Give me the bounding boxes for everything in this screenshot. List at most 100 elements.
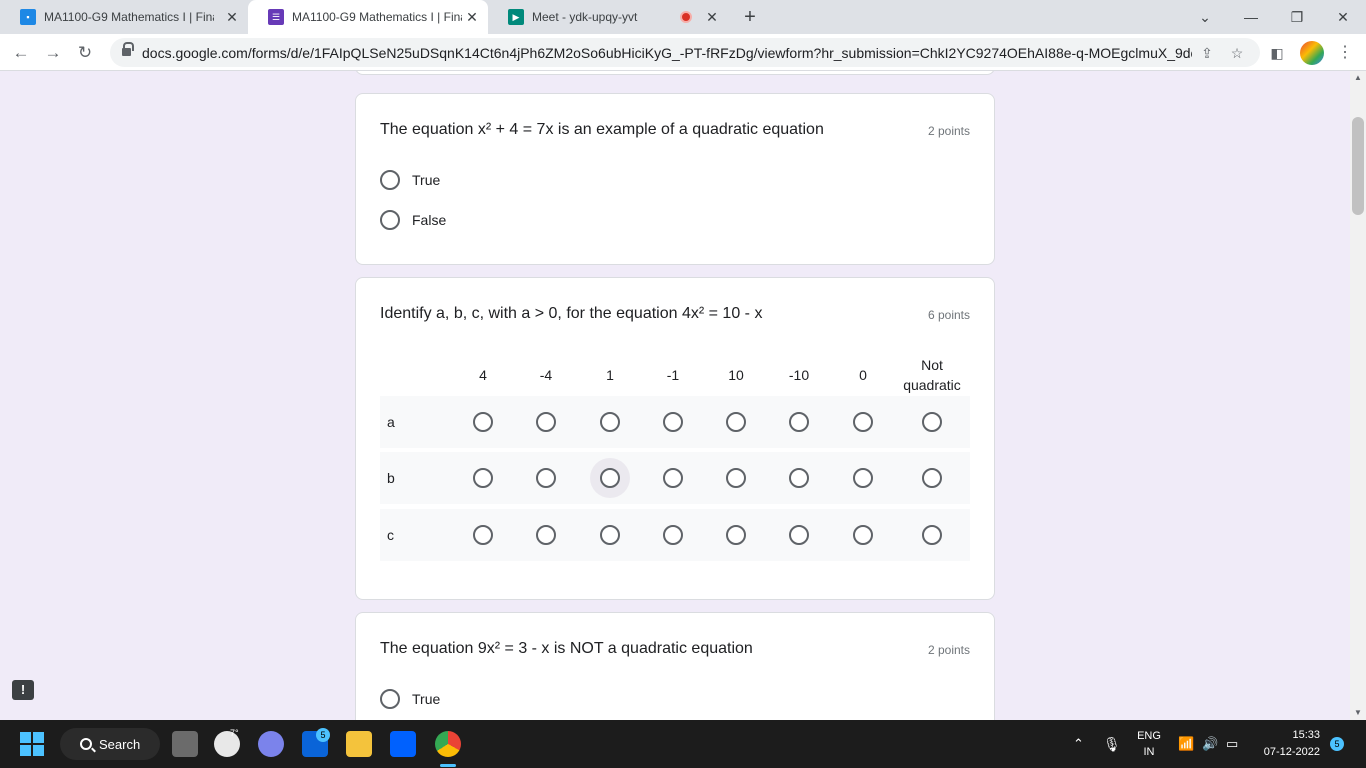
windows-start-icon[interactable] xyxy=(20,732,44,756)
tab-classroom[interactable]: ▪ MA1100-G9 Mathematics I | Final ✕ xyxy=(0,0,248,34)
clock-date: 07-12-2022 xyxy=(1263,746,1320,758)
clock[interactable]: 15:33 07-12-2022 xyxy=(1256,720,1320,768)
question-points: 2 points xyxy=(927,643,970,657)
weather-temperature: 7° xyxy=(230,728,239,738)
grid-radio-a-col-5[interactable] xyxy=(726,412,746,432)
scrollbar-thumb[interactable] xyxy=(1352,117,1364,215)
restore-button[interactable]: ❐ xyxy=(1274,0,1320,34)
grid-radio-a-col-8[interactable] xyxy=(922,412,942,432)
dropbox-icon[interactable] xyxy=(390,731,416,757)
column-header: -4 xyxy=(539,367,553,383)
column-header: -10 xyxy=(788,367,810,383)
grid-radio-b-col-8[interactable] xyxy=(922,468,942,488)
column-header: -1 xyxy=(666,367,680,383)
notification-badge[interactable]: 5 xyxy=(1330,737,1344,751)
page-scrollbar[interactable]: ▲ ▼ xyxy=(1350,71,1366,720)
close-window-button[interactable]: ✕ xyxy=(1320,0,1366,34)
task-view-icon[interactable] xyxy=(172,731,198,757)
grid-row-b: b xyxy=(380,452,970,504)
grid-radio-c-col-8[interactable] xyxy=(922,525,942,545)
grid-radio-c-col-2[interactable] xyxy=(536,525,556,545)
tab-title: Meet - ydk-upqy-yvt xyxy=(532,10,638,24)
grid-radio-b-col-6[interactable] xyxy=(789,468,809,488)
grid-radio-a-col-1[interactable] xyxy=(473,412,493,432)
grid-radio-b-col-5[interactable] xyxy=(726,468,746,488)
grid-radio-b-col-2[interactable] xyxy=(536,468,556,488)
radio-button[interactable] xyxy=(380,170,400,190)
option-true[interactable]: True xyxy=(380,687,440,711)
new-tab-button[interactable]: + xyxy=(738,5,762,29)
grid-radio-b-col-7[interactable] xyxy=(853,468,873,488)
wifi-icon[interactable]: 📶 xyxy=(1178,720,1194,768)
tray-overflow-icon[interactable]: ⌃ xyxy=(1073,720,1084,768)
radio-button[interactable] xyxy=(380,210,400,230)
option-true[interactable]: True xyxy=(380,168,440,192)
close-tab-icon[interactable]: ✕ xyxy=(464,9,480,25)
report-problem-button[interactable]: ! xyxy=(12,680,34,700)
share-icon[interactable]: ⇪ xyxy=(1196,42,1218,64)
close-tab-icon[interactable]: ✕ xyxy=(704,9,720,25)
tab-forms[interactable]: ☰ MA1100-G9 Mathematics I | Final ✕ xyxy=(248,0,488,34)
forward-button[interactable]: → xyxy=(40,40,66,66)
teams-chat-icon[interactable] xyxy=(258,731,284,757)
classroom-icon: ▪ xyxy=(20,9,36,25)
taskbar-search-button[interactable]: Search xyxy=(60,728,160,760)
question-card-1: The equation x² + 4 = 7x is an example o… xyxy=(355,93,995,265)
language-indicator[interactable]: ENG IN xyxy=(1136,720,1162,768)
file-explorer-icon[interactable] xyxy=(346,731,372,757)
grid-radio-a-col-4[interactable] xyxy=(663,412,683,432)
grid-radio-c-col-1[interactable] xyxy=(473,525,493,545)
keyboard-region: IN xyxy=(1143,746,1155,758)
side-panel-icon[interactable]: ◧ xyxy=(1266,42,1288,64)
language-code: ENG xyxy=(1137,730,1161,742)
form-page: The equation x² + 4 = 7x is an example o… xyxy=(0,71,1350,720)
column-header: 1 xyxy=(606,367,614,383)
radio-button[interactable] xyxy=(380,689,400,709)
option-label: True xyxy=(412,691,441,707)
column-header: 4 xyxy=(479,367,487,383)
microphone-icon[interactable]: 🎙 xyxy=(1103,720,1121,768)
row-label: c xyxy=(387,527,394,543)
clock-time: 15:33 xyxy=(1292,729,1320,741)
tab-title: MA1100-G9 Mathematics I | Final xyxy=(44,10,214,24)
back-button[interactable]: ← xyxy=(8,40,34,66)
grid-radio-c-col-4[interactable] xyxy=(663,525,683,545)
scroll-up-arrow[interactable]: ▲ xyxy=(1350,71,1366,85)
browser-toolbar: ← → ↻ docs.google.com/forms/d/e/1FAIpQLS… xyxy=(0,34,1366,71)
grid-radio-a-col-7[interactable] xyxy=(853,412,873,432)
option-label: True xyxy=(412,172,441,188)
address-bar[interactable]: docs.google.com/forms/d/e/1FAIpQLSeN25uD… xyxy=(110,38,1260,67)
grid-radio-a-col-3[interactable] xyxy=(600,412,620,432)
chrome-icon[interactable] xyxy=(435,731,461,757)
grid-radio-c-col-3[interactable] xyxy=(600,525,620,545)
grid-radio-b-col-3[interactable] xyxy=(600,468,620,488)
question-points: 6 points xyxy=(927,308,970,322)
close-tab-icon[interactable]: ✕ xyxy=(224,9,240,25)
bookmark-star-icon[interactable]: ☆ xyxy=(1226,42,1248,64)
grid-radio-b-col-1[interactable] xyxy=(473,468,493,488)
question-title: The equation x² + 4 = 7x is an example o… xyxy=(380,121,824,138)
tab-meet[interactable]: ▶ Meet - ydk-upqy-yvt ✕ xyxy=(488,0,728,34)
grid-radio-b-col-4[interactable] xyxy=(663,468,683,488)
profile-avatar[interactable] xyxy=(1300,41,1324,65)
grid-radio-c-col-6[interactable] xyxy=(789,525,809,545)
tab-search-icon[interactable]: ⌄ xyxy=(1182,0,1228,34)
column-header: Not quadratic xyxy=(903,357,961,393)
minimize-button[interactable]: — xyxy=(1228,0,1274,34)
grid-radio-a-col-2[interactable] xyxy=(536,412,556,432)
previous-card-bottom xyxy=(355,71,995,75)
volume-icon[interactable]: 🔊 xyxy=(1202,720,1218,768)
option-false[interactable]: False xyxy=(380,208,446,232)
reload-button[interactable]: ↻ xyxy=(72,40,98,66)
question-card-2: Identify a, b, c, with a > 0, for the eq… xyxy=(355,277,995,600)
search-icon xyxy=(80,738,92,750)
browser-tab-strip: ▪ MA1100-G9 Mathematics I | Final ✕ ☰ MA… xyxy=(0,0,1366,34)
question-card-3: The equation 9x² = 3 - x is NOT a quadra… xyxy=(355,612,995,720)
scroll-down-arrow[interactable]: ▼ xyxy=(1350,706,1366,720)
grid-radio-c-col-7[interactable] xyxy=(853,525,873,545)
browser-menu-icon[interactable]: ⋮ xyxy=(1335,40,1355,66)
grid-radio-a-col-6[interactable] xyxy=(789,412,809,432)
search-label: Search xyxy=(99,736,141,752)
battery-icon[interactable]: ▭ xyxy=(1226,720,1238,768)
grid-radio-c-col-5[interactable] xyxy=(726,525,746,545)
